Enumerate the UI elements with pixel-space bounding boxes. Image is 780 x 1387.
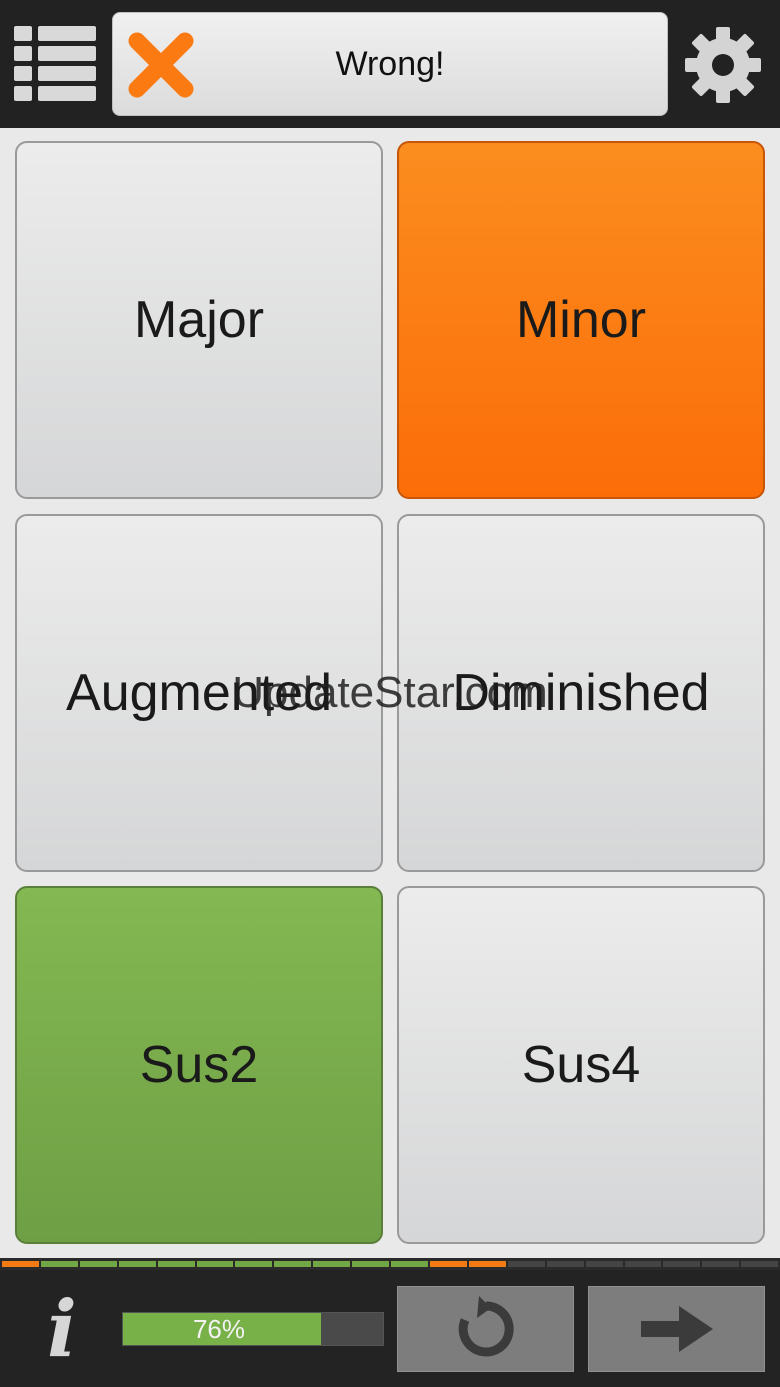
result-text: Wrong!	[335, 44, 445, 83]
history-segment	[313, 1261, 351, 1267]
history-segment	[352, 1261, 390, 1267]
history-segment	[507, 1261, 545, 1267]
answer-sus4-button[interactable]: Sus4	[397, 886, 765, 1244]
history-segment	[157, 1261, 195, 1267]
gear-icon[interactable]	[684, 26, 762, 104]
top-bar: Wrong!	[0, 0, 780, 128]
history-segment	[741, 1261, 779, 1267]
answer-major-button[interactable]: Major	[15, 141, 383, 499]
replay-button[interactable]	[397, 1286, 574, 1372]
history-segment	[585, 1261, 623, 1267]
history-segment	[2, 1261, 39, 1267]
history-segment	[429, 1261, 467, 1267]
history-segment	[40, 1261, 78, 1267]
answer-minor-button[interactable]: Minor	[397, 141, 765, 499]
info-button[interactable]: i	[30, 1283, 94, 1375]
menu-button[interactable]	[14, 24, 98, 104]
history-segment	[235, 1261, 273, 1267]
history-segment	[391, 1261, 428, 1267]
history-strip	[0, 1258, 780, 1270]
info-icon: i	[47, 1283, 77, 1375]
history-segment	[118, 1261, 156, 1267]
score-label: 76%	[192, 1313, 246, 1344]
history-segment	[468, 1261, 506, 1267]
score-progress: 76%	[122, 1312, 384, 1346]
answer-augmented-button[interactable]: Augmented	[15, 514, 383, 872]
answer-diminished-button[interactable]: Diminished	[397, 514, 765, 872]
answer-grid: Major Minor Augmented Diminished Sus2 Su…	[15, 141, 765, 1245]
arrow-right-icon	[640, 1306, 713, 1352]
history-segment	[546, 1261, 584, 1267]
app-root: Wrong! Major Minor Augmented Diminished …	[0, 0, 780, 1387]
replay-icon	[458, 1296, 514, 1357]
answer-sus2-button[interactable]: Sus2	[15, 886, 383, 1244]
history-segment	[663, 1261, 701, 1267]
history-segment	[274, 1261, 312, 1267]
history-segment	[196, 1261, 234, 1267]
result-banner: Wrong!	[112, 12, 668, 116]
bottom-bar: i 76%	[0, 1270, 780, 1387]
next-button[interactable]	[588, 1286, 765, 1372]
history-segment	[79, 1261, 117, 1267]
history-segment	[702, 1261, 740, 1267]
history-segment	[624, 1261, 662, 1267]
